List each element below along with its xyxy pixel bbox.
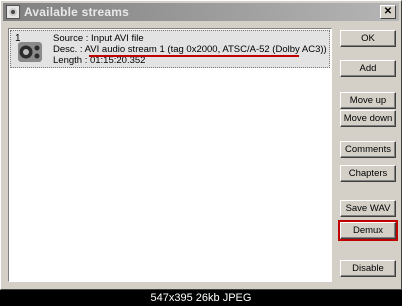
available-streams-dialog: Available streams ✕ 1 Source : Input AVI… [0, 0, 402, 290]
list-item[interactable]: 1 Source : Input AVI file Desc. : AVI au… [10, 30, 330, 68]
move-up-button[interactable]: Move up [340, 92, 396, 109]
move-down-button[interactable]: Move down [340, 110, 396, 127]
stream-description: Desc. : AVI audio stream 1 (tag 0x2000, … [53, 44, 327, 55]
save-wav-button[interactable]: Save WAV [340, 200, 396, 217]
close-button[interactable]: ✕ [380, 5, 396, 19]
demux-button[interactable]: Demux [340, 222, 396, 239]
stream-source: Source : Input AVI file [53, 33, 144, 44]
disable-button[interactable]: Disable [340, 260, 396, 277]
stream-list[interactable]: 1 Source : Input AVI file Desc. : AVI au… [8, 28, 332, 282]
window-title: Available streams [24, 5, 130, 19]
chapters-button[interactable]: Chapters [340, 165, 396, 182]
audio-speaker-icon [18, 42, 42, 62]
ok-button[interactable]: OK [340, 30, 396, 47]
description-highlight-underline [89, 55, 299, 57]
title-bar[interactable]: Available streams ✕ [3, 3, 399, 21]
comments-button[interactable]: Comments [340, 141, 396, 158]
film-reel-icon [6, 5, 20, 19]
image-info-caption: 547x395 26kb JPEG [0, 290, 402, 306]
add-button[interactable]: Add [340, 60, 396, 77]
